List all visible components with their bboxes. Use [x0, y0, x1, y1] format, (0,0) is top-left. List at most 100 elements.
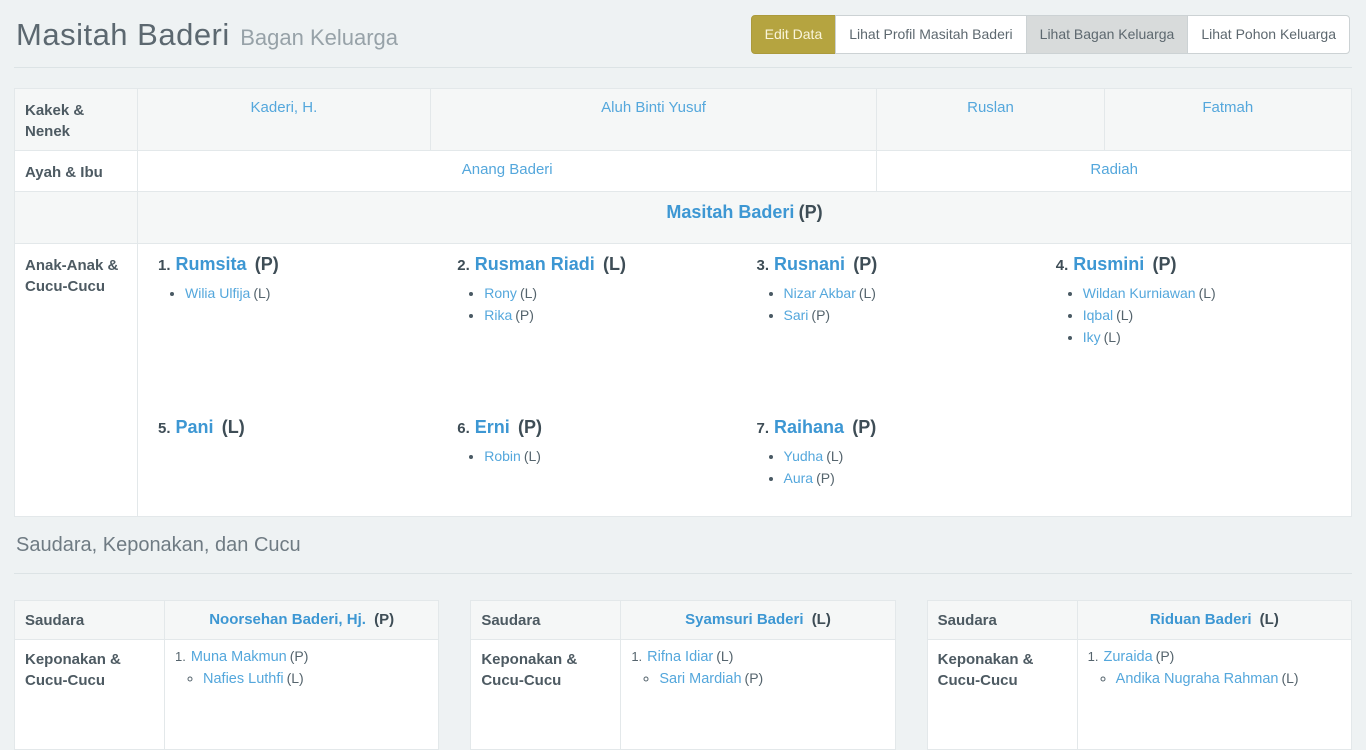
- grandchild-item: Robin(L): [484, 449, 744, 464]
- nephew-child-gender: (L): [287, 670, 304, 686]
- sibling-name-link[interactable]: Noorsehan Baderi, Hj.: [209, 611, 366, 628]
- nephew-children-list: Sari Mardiah(P): [631, 670, 884, 687]
- grandchild-link[interactable]: Wildan Kurniawan: [1083, 285, 1196, 301]
- children-cell: 1.Rumsita (P) Wilia Ulfija(L) 2.Rusman R…: [138, 244, 1352, 517]
- grandchild-link[interactable]: Robin: [484, 448, 521, 464]
- grandchild-gender: (L): [524, 448, 541, 464]
- child-item: 3.Rusnani (P) Nizar Akbar(L) Sari(P): [745, 254, 1044, 417]
- siblings-section-title: Saudara, Keponakan, dan Cucu: [14, 517, 1352, 574]
- sibling-name-cell: Noorsehan Baderi, Hj. (P): [165, 601, 439, 640]
- child-name-link[interactable]: Rusnani: [774, 254, 845, 274]
- view-chart-button[interactable]: Lihat Bagan Keluarga: [1026, 15, 1189, 54]
- grandchild-link[interactable]: Iqbal: [1083, 307, 1113, 323]
- nephew-child-link[interactable]: Nafies Luthfi: [203, 671, 284, 687]
- grandparent-link-3[interactable]: Ruslan: [967, 99, 1014, 116]
- child-name-link[interactable]: Raihana: [774, 417, 844, 437]
- sibling-card: Saudara Syamsuri Baderi (L) Keponakan & …: [470, 600, 895, 750]
- nephew-name-link[interactable]: Muna Makmun: [191, 649, 287, 665]
- nephew-gender: (P): [1156, 648, 1175, 664]
- child-number: 3.: [757, 257, 770, 274]
- child-gender: (P): [853, 254, 877, 274]
- child-heading: 6.Erni (P): [457, 417, 744, 438]
- child-name-link[interactable]: Rumsita: [176, 254, 247, 274]
- row-parents: Ayah & Ibu Anang Baderi Radiah: [15, 151, 1352, 192]
- nephew-item: 1. Zuraida(P) Andika Nugraha Rahman(L): [1088, 648, 1341, 687]
- page-title: Masitah Baderi: [16, 17, 230, 52]
- page-title-wrap: Masitah Baderi Bagan Keluarga: [16, 17, 398, 53]
- sibling-gender: (L): [812, 611, 831, 628]
- child-name-link[interactable]: Pani: [176, 417, 214, 437]
- sibling-label: Saudara: [927, 601, 1077, 640]
- nephew-number: 1.: [175, 649, 186, 664]
- child-name-link[interactable]: Rusmini: [1073, 254, 1144, 274]
- row-label-self-empty: [15, 192, 138, 244]
- row-label-parents: Ayah & Ibu: [15, 151, 138, 192]
- child-number: 6.: [457, 420, 470, 437]
- grandchild-item: Nizar Akbar(L): [784, 286, 1044, 301]
- child-heading: 7.Raihana (P): [757, 417, 1044, 438]
- child-name-link[interactable]: Rusman Riadi: [475, 254, 595, 274]
- nephews-cell: 1.Rifna Idiar(L) Sari Mardiah(P): [621, 640, 895, 750]
- row-grandparents: Kakek & Nenek Kaderi, H. Aluh Binti Yusu…: [15, 89, 1352, 151]
- grandchild-link[interactable]: Rika: [484, 307, 512, 323]
- grandparent-cell: Fatmah: [1104, 89, 1351, 151]
- view-profile-button[interactable]: Lihat Profil Masitah Baderi: [835, 15, 1026, 54]
- child-name-link[interactable]: Erni: [475, 417, 510, 437]
- sibling-card: Saudara Riduan Baderi (L) Keponakan & Cu…: [927, 600, 1352, 750]
- sibling-name-cell: Syamsuri Baderi (L): [621, 601, 895, 640]
- child-item: 4.Rusmini (P) Wildan Kurniawan(L) Iqbal(…: [1044, 254, 1343, 417]
- grandparent-link-1[interactable]: Kaderi, H.: [251, 99, 318, 116]
- child-item: 2.Rusman Riadi (L) Rony(L) Rika(P): [445, 254, 744, 417]
- nephew-child-link[interactable]: Andika Nugraha Rahman: [1116, 671, 1279, 687]
- child-number: 5.: [158, 420, 171, 437]
- nephew-number: 1.: [1088, 649, 1099, 664]
- child-heading: 2.Rusman Riadi (L): [457, 254, 744, 275]
- grandchild-link[interactable]: Nizar Akbar: [784, 285, 856, 301]
- child-item: 5.Pani (L): [146, 417, 445, 493]
- sibling-name-link[interactable]: Syamsuri Baderi: [685, 611, 803, 628]
- child-number: 4.: [1056, 257, 1069, 274]
- grandparent-link-4[interactable]: Fatmah: [1202, 99, 1253, 116]
- father-cell: Anang Baderi: [138, 151, 877, 192]
- grandparent-cell: Ruslan: [877, 89, 1104, 151]
- edit-data-button[interactable]: Edit Data: [751, 15, 837, 54]
- grandparent-cell: Kaderi, H.: [138, 89, 431, 151]
- grandchild-link[interactable]: Aura: [784, 470, 814, 486]
- nephew-child-gender: (L): [1281, 670, 1298, 686]
- child-number: 7.: [757, 420, 770, 437]
- father-link[interactable]: Anang Baderi: [462, 161, 553, 178]
- child-heading: 1.Rumsita (P): [158, 254, 445, 275]
- grandchild-item: Aura(P): [784, 471, 1044, 486]
- grandchild-item: Rika(P): [484, 308, 744, 323]
- sibling-name-link[interactable]: Riduan Baderi: [1150, 611, 1252, 628]
- sibling-label: Saudara: [471, 601, 621, 640]
- child-item: 7.Raihana (P) Yudha(L) Aura(P): [745, 417, 1044, 493]
- grandparent-link-2[interactable]: Aluh Binti Yusuf: [601, 99, 706, 116]
- grandchild-link[interactable]: Wilia Ulfija: [185, 285, 250, 301]
- self-cell: Masitah Baderi (P): [138, 192, 1352, 244]
- grandchild-link[interactable]: Rony: [484, 285, 517, 301]
- grandchild-gender: (P): [816, 470, 835, 486]
- grandchild-gender: (L): [520, 285, 537, 301]
- view-tree-button[interactable]: Lihat Pohon Keluarga: [1187, 15, 1350, 54]
- grandchild-item: Iqbal(L): [1083, 308, 1343, 323]
- mother-link[interactable]: Radiah: [1090, 161, 1138, 178]
- child-item: 1.Rumsita (P) Wilia Ulfija(L): [146, 254, 445, 417]
- header-button-group: Edit Data Lihat Profil Masitah Baderi Li…: [751, 15, 1350, 54]
- nephew-children-list: Andika Nugraha Rahman(L): [1088, 670, 1341, 687]
- child-item: 6.Erni (P) Robin(L): [445, 417, 744, 493]
- nephews-cell: 1.Muna Makmun(P) Nafies Luthfi(L): [165, 640, 439, 750]
- self-name-link[interactable]: Masitah Baderi: [666, 202, 794, 222]
- grandchild-link[interactable]: Yudha: [784, 448, 824, 464]
- children-grid: 1.Rumsita (P) Wilia Ulfija(L) 2.Rusman R…: [146, 254, 1343, 493]
- nephew-name-link[interactable]: Rifna Idiar: [647, 649, 713, 665]
- nephew-name-link[interactable]: Zuraida: [1104, 649, 1153, 665]
- grandchild-link[interactable]: Sari: [784, 307, 809, 323]
- grandchild-item: Wildan Kurniawan(L): [1083, 286, 1343, 301]
- sibling-cards: Saudara Noorsehan Baderi, Hj. (P) Kepona…: [14, 600, 1352, 750]
- nephew-item: 1.Rifna Idiar(L) Sari Mardiah(P): [631, 648, 884, 687]
- family-chart-table: Kakek & Nenek Kaderi, H. Aluh Binti Yusu…: [14, 88, 1352, 517]
- sibling-name-row: Saudara Syamsuri Baderi (L): [471, 601, 895, 640]
- nephew-child-link[interactable]: Sari Mardiah: [659, 671, 741, 687]
- grandchild-link[interactable]: Iky: [1083, 329, 1101, 345]
